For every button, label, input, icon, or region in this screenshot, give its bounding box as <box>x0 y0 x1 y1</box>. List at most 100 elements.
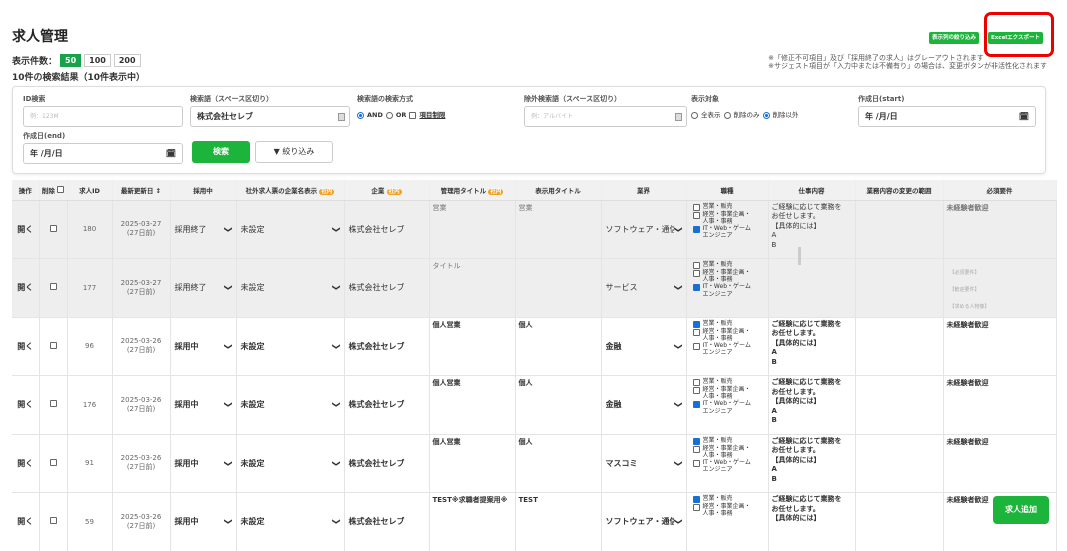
display-select[interactable]: 未設定 ❯ <box>236 258 345 318</box>
work-change-cell[interactable] <box>855 200 944 259</box>
status-select[interactable]: 採用終了 ❯ <box>170 258 237 318</box>
per-page-50[interactable]: 50 <box>60 54 82 67</box>
open-link[interactable]: 開く <box>12 200 40 259</box>
delete-checkbox[interactable] <box>49 517 57 525</box>
select-all-checkbox[interactable] <box>57 185 65 193</box>
radio-and[interactable] <box>357 112 364 119</box>
industry-select[interactable]: 金融 ❯ <box>601 317 687 376</box>
admin-title-cell[interactable]: 個人営業 <box>429 375 516 435</box>
status-select[interactable]: 採用中 ❯ <box>170 375 237 435</box>
job-type-item[interactable]: 経営・事業企画・人事・事務 <box>692 328 755 342</box>
sort-icon[interactable]: ↕ <box>156 187 161 195</box>
job-type-item[interactable]: 営業・販売 <box>692 320 755 328</box>
open-link[interactable]: 開く <box>12 492 40 551</box>
work-cell[interactable]: ご経験に応じて業務を お任せします。 【具体的には】 <box>768 492 856 551</box>
open-link[interactable]: 開く <box>12 375 40 435</box>
display-title-cell[interactable]: TEST <box>515 492 602 551</box>
job-type-item[interactable]: 経営・事業企画・人事・事務 <box>692 211 755 225</box>
job-type-checkbox[interactable] <box>692 437 700 445</box>
item-limit-label[interactable]: 項目制限 <box>419 106 445 125</box>
requirements-cell[interactable]: 未経験者歓迎 <box>943 375 1057 435</box>
job-type-checkbox[interactable] <box>692 203 700 211</box>
status-select[interactable]: 採用中 ❯ <box>170 434 237 493</box>
calendar-icon[interactable]: 🗓 <box>166 144 176 163</box>
job-type-checkbox[interactable] <box>692 401 700 409</box>
job-type-scrollbar[interactable] <box>798 247 801 265</box>
job-type-item[interactable]: 経営・事業企画・人事・事務 <box>692 386 755 400</box>
delete-checkbox[interactable] <box>49 458 57 466</box>
industry-select[interactable]: サービス ❯ <box>601 258 687 318</box>
display-title-cell[interactable]: 個人 <box>515 375 602 435</box>
open-link[interactable]: 開く <box>12 434 40 493</box>
job-type-checkbox[interactable] <box>692 496 700 503</box>
delete-checkbox[interactable] <box>49 283 57 291</box>
requirements-cell[interactable]: 【必須要件】 【歓迎要件】 【求める人物像】 <box>943 258 1057 318</box>
job-type-checkbox[interactable] <box>692 320 700 328</box>
work-cell[interactable]: ご経験に応じて業務を お任せします。 【具体的には】 A B <box>768 200 856 259</box>
industry-select[interactable]: 金融 ❯ <box>601 375 687 435</box>
work-change-cell[interactable] <box>855 258 944 318</box>
job-type-item[interactable]: 営業・販売 <box>692 495 755 503</box>
job-type-checkbox[interactable] <box>692 459 700 467</box>
radio-or[interactable] <box>385 112 393 119</box>
industry-select[interactable]: マスコミ ❯ <box>601 434 687 493</box>
delete-checkbox[interactable] <box>49 400 57 408</box>
display-select[interactable]: 未設定 ❯ <box>236 200 345 259</box>
work-change-cell[interactable] <box>855 492 944 551</box>
industry-select[interactable]: ソフトウェア・通信 ❯ <box>601 200 687 259</box>
job-type-checkbox[interactable] <box>692 342 700 350</box>
work-cell[interactable]: ご経験に応じて業務を お任せします。 【具体的には】 A B <box>768 434 856 493</box>
display-title-cell[interactable]: 個人 <box>515 434 602 493</box>
job-type-checkbox[interactable] <box>692 504 700 511</box>
radio-all[interactable] <box>691 112 698 119</box>
job-type-item[interactable]: 経営・事業企画・人事・事務 <box>692 503 755 517</box>
radio-not-deleted[interactable] <box>762 112 770 119</box>
item-limit-checkbox[interactable] <box>409 112 417 119</box>
job-type-checkbox[interactable] <box>692 270 700 277</box>
industry-select[interactable]: ソフトウェア・通信 ❯ <box>601 492 687 551</box>
radio-deleted[interactable] <box>723 112 731 119</box>
created-end-input[interactable]: 年 /月/日 🗓 <box>23 143 183 164</box>
filter-button[interactable]: ▼ 絞り込み <box>255 141 333 163</box>
delete-checkbox[interactable] <box>49 341 57 349</box>
exclude-input[interactable]: 例：アルバイト <box>524 106 687 127</box>
requirements-cell[interactable]: 未経験者歓迎 <box>943 200 1057 259</box>
job-type-item[interactable]: IT・Web・ゲームエンジニア <box>692 459 755 473</box>
job-type-item[interactable]: IT・Web・ゲームエンジニア <box>692 342 755 356</box>
job-type-item[interactable]: 営業・販売 <box>692 261 755 269</box>
open-link[interactable]: 開く <box>12 258 40 318</box>
copy-icon[interactable] <box>675 113 682 121</box>
work-change-cell[interactable] <box>855 434 944 493</box>
job-type-item[interactable]: IT・Web・ゲームエンジニア <box>692 283 755 298</box>
display-select[interactable]: 未設定 ❯ <box>236 375 345 435</box>
narrow-columns-button[interactable]: 表示列の絞り込み <box>929 32 980 44</box>
copy-icon[interactable] <box>338 113 345 121</box>
job-type-checkbox[interactable] <box>692 328 700 336</box>
keyword-input[interactable]: 株式会社セレブ <box>190 106 350 127</box>
calendar-icon[interactable]: 🗓 <box>1019 107 1029 126</box>
job-type-item[interactable]: 経営・事業企画・人事・事務 <box>692 269 755 283</box>
display-title-cell[interactable] <box>515 258 602 318</box>
job-type-checkbox[interactable] <box>692 262 700 269</box>
work-cell[interactable]: ご経験に応じて業務を お任せします。 【具体的には】 A B <box>768 375 856 435</box>
work-change-cell[interactable] <box>855 317 944 376</box>
job-type-checkbox[interactable] <box>692 445 700 453</box>
job-type-checkbox[interactable] <box>692 387 700 394</box>
job-type-item[interactable]: 営業・販売 <box>692 203 755 211</box>
job-type-checkbox[interactable] <box>692 225 700 233</box>
job-type-item[interactable]: 営業・販売 <box>692 437 755 445</box>
status-select[interactable]: 採用終了 ❯ <box>170 200 237 259</box>
admin-title-cell[interactable]: 個人営業 <box>429 434 516 493</box>
admin-title-cell[interactable]: 営業 <box>429 200 516 259</box>
requirements-cell[interactable]: 未経験者歓迎 <box>943 434 1057 493</box>
admin-title-cell[interactable]: タイトル <box>429 258 516 318</box>
requirements-cell[interactable]: 未経験者歓迎 <box>943 317 1057 376</box>
per-page-100[interactable]: 100 <box>84 54 111 67</box>
job-type-checkbox[interactable] <box>692 379 700 386</box>
id-search-input[interactable]: 例：123M <box>23 106 183 127</box>
col-header-updated[interactable]: 最新更新日 ↕ <box>112 180 171 201</box>
status-select[interactable]: 採用中 ❯ <box>170 317 237 376</box>
job-type-checkbox[interactable] <box>692 211 700 219</box>
display-select[interactable]: 未設定 ❯ <box>236 317 345 376</box>
delete-checkbox[interactable] <box>49 224 57 232</box>
